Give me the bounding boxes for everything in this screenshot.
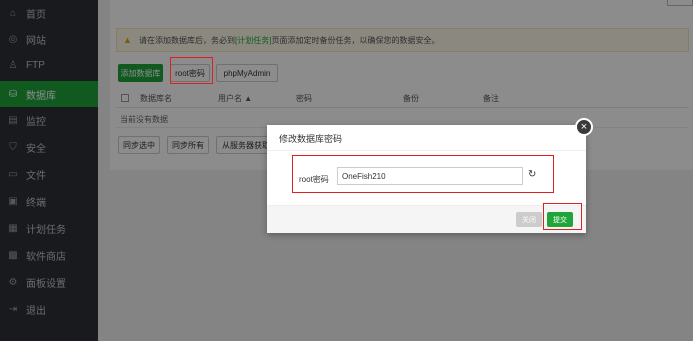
modal-body: root密码 ↻ (267, 151, 586, 205)
change-password-modal: 修改数据库密码 root密码 ↻ 关闭 提交 (267, 125, 586, 233)
modal-title: 修改数据库密码 (267, 125, 586, 151)
submit-button[interactable]: 提交 (547, 212, 573, 227)
close-icon[interactable]: × (575, 118, 593, 136)
close-button[interactable]: 关闭 (516, 212, 542, 227)
root-password-input[interactable] (337, 167, 523, 185)
modal-backdrop-sidebar (0, 0, 98, 341)
modal-footer: 关闭 提交 (267, 205, 586, 233)
refresh-icon[interactable]: ↻ (528, 169, 540, 181)
sidebar: ⌂ 首页 ◎ 网站 ♙ FTP ⛁ 数据库 ▤ 监控 ⛉ 安全 ▭ 文件 ▣ 终… (0, 0, 98, 341)
root-password-label: root密码 (299, 175, 329, 184)
